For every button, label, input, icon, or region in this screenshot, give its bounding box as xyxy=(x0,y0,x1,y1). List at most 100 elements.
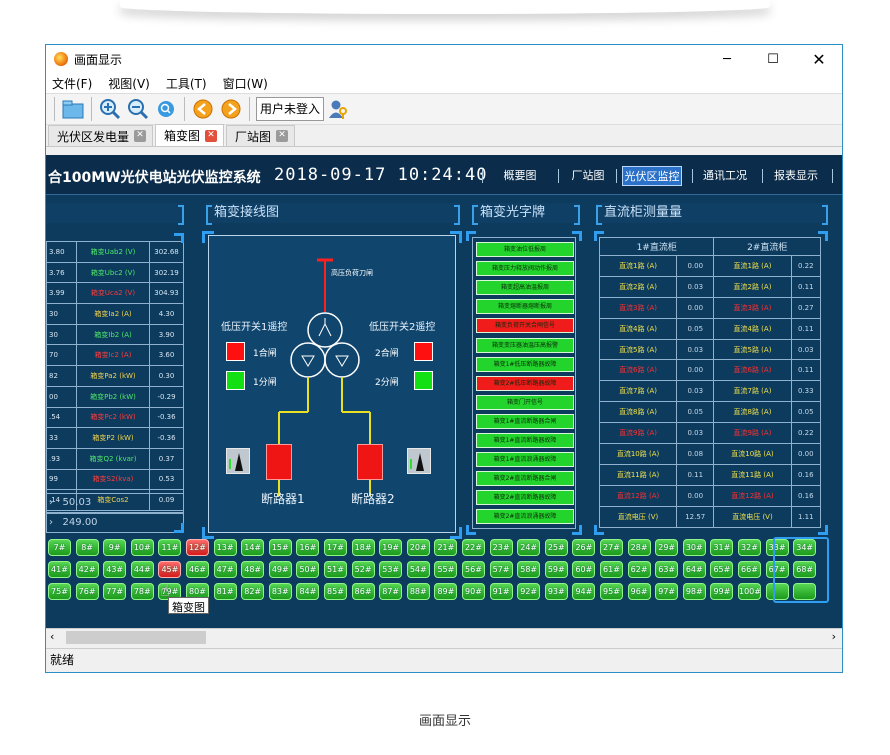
back-icon[interactable] xyxy=(191,97,215,121)
unit-button[interactable]: 55# xyxy=(434,561,458,578)
unit-button[interactable]: 21# xyxy=(434,539,458,556)
unit-button[interactable]: 27# xyxy=(600,539,623,556)
unit-button[interactable]: 54# xyxy=(406,561,430,578)
unit-button[interactable]: 58# xyxy=(517,561,541,578)
unit-button[interactable]: 89# xyxy=(434,583,458,600)
scroll-thumb[interactable] xyxy=(66,631,206,644)
unit-button[interactable]: 93# xyxy=(544,583,568,600)
zoom-fit-icon[interactable] xyxy=(154,97,178,121)
unit-button[interactable]: 60# xyxy=(572,561,596,578)
unit-button[interactable]: 90# xyxy=(462,583,485,600)
unit-button[interactable]: 41# xyxy=(48,561,71,578)
tab-close-icon[interactable]: ✕ xyxy=(276,130,289,142)
switch1-close-button[interactable] xyxy=(226,342,245,361)
unit-button[interactable]: 78# xyxy=(130,583,154,600)
scroll-left-icon[interactable]: ‹ xyxy=(50,630,54,643)
nav-pv-monitor[interactable]: 光伏区监控 xyxy=(622,166,682,186)
unit-button[interactable]: 14# xyxy=(241,539,265,556)
menu-tools[interactable]: 工具(T) xyxy=(166,75,207,92)
unit-button[interactable]: 18# xyxy=(351,539,375,556)
unit-button[interactable]: 86# xyxy=(351,583,375,600)
breaker1-symbol[interactable] xyxy=(266,444,292,480)
unit-button[interactable]: 87# xyxy=(379,583,403,600)
unit-button[interactable]: 66# xyxy=(738,561,761,578)
unit-button[interactable]: 45# xyxy=(158,561,182,578)
unit-button[interactable]: 47# xyxy=(213,561,237,578)
unit-button[interactable]: 25# xyxy=(544,539,568,556)
unit-button[interactable]: 52# xyxy=(351,561,375,578)
unit-button[interactable]: 62# xyxy=(627,561,651,578)
unit-button[interactable]: 51# xyxy=(324,561,347,578)
unit-button[interactable]: 8# xyxy=(75,539,99,556)
unit-button[interactable]: 97# xyxy=(655,583,679,600)
open-icon[interactable] xyxy=(61,97,85,121)
unit-button[interactable]: 82# xyxy=(241,583,265,600)
unit-button[interactable]: 53# xyxy=(379,561,403,578)
unit-button[interactable]: 61# xyxy=(600,561,623,578)
minimize-icon[interactable]: ─ xyxy=(704,45,750,73)
unit-button[interactable]: 32# xyxy=(738,539,761,556)
menu-window[interactable]: 窗口(W) xyxy=(223,75,268,92)
unit-button[interactable]: 65# xyxy=(710,561,734,578)
unit-button[interactable]: 26# xyxy=(572,539,596,556)
unit-button[interactable]: 29# xyxy=(655,539,679,556)
horizontal-scrollbar[interactable]: ‹ › xyxy=(46,628,842,646)
unit-button[interactable]: 59# xyxy=(544,561,568,578)
unit-button[interactable]: 77# xyxy=(103,583,127,600)
menu-file[interactable]: 文件(F) xyxy=(52,75,92,92)
switch2-close-button[interactable] xyxy=(414,342,433,361)
unit-button[interactable]: 81# xyxy=(213,583,237,600)
close-icon[interactable]: ✕ xyxy=(796,45,842,73)
unit-button[interactable]: 63# xyxy=(655,561,679,578)
unit-button[interactable]: 13# xyxy=(213,539,237,556)
unit-button[interactable]: 24# xyxy=(517,539,541,556)
unit-button[interactable]: 96# xyxy=(627,583,651,600)
tab-box-transformer[interactable]: 箱变图 ✕ xyxy=(155,124,225,146)
login-status-button[interactable]: 用户未登入 xyxy=(256,97,325,121)
user-key-icon[interactable] xyxy=(326,97,350,121)
maximize-icon[interactable]: ☐ xyxy=(750,45,796,73)
scroll-right-icon[interactable]: › xyxy=(832,630,836,643)
nav-overview[interactable]: 概要图 xyxy=(496,166,544,186)
unit-button[interactable]: 19# xyxy=(379,539,403,556)
switch2-open-button[interactable] xyxy=(414,371,433,390)
unit-button[interactable]: 11# xyxy=(158,539,182,556)
unit-button[interactable]: 75# xyxy=(48,583,71,600)
unit-button[interactable]: 31# xyxy=(710,539,734,556)
unit-button[interactable]: 30# xyxy=(682,539,706,556)
unit-button[interactable]: 10# xyxy=(130,539,154,556)
unit-button[interactable]: 12# xyxy=(186,539,209,556)
unit-button[interactable]: 23# xyxy=(489,539,513,556)
unit-button[interactable]: 42# xyxy=(75,561,99,578)
unit-button[interactable]: 9# xyxy=(103,539,127,556)
unit-button[interactable]: 22# xyxy=(462,539,485,556)
unit-button[interactable]: 84# xyxy=(296,583,320,600)
zoom-in-icon[interactable] xyxy=(98,97,122,121)
unit-button[interactable]: 92# xyxy=(517,583,541,600)
unit-button[interactable]: 20# xyxy=(406,539,430,556)
tab-close-icon[interactable]: ✕ xyxy=(134,130,147,142)
nav-reports[interactable]: 报表显示 xyxy=(768,166,824,186)
unit-button[interactable]: 44# xyxy=(130,561,154,578)
unit-button[interactable]: 85# xyxy=(324,583,347,600)
menu-view[interactable]: 视图(V) xyxy=(108,75,150,92)
zoom-out-icon[interactable] xyxy=(126,97,150,121)
breaker2-symbol[interactable] xyxy=(357,444,383,480)
unit-button[interactable]: 76# xyxy=(75,583,99,600)
unit-button[interactable]: 57# xyxy=(489,561,513,578)
nav-comm-status[interactable]: 通讯工况 xyxy=(698,166,752,186)
unit-button[interactable]: 17# xyxy=(324,539,347,556)
unit-button[interactable]: 43# xyxy=(103,561,127,578)
unit-button[interactable]: 16# xyxy=(296,539,320,556)
tab-station[interactable]: 厂站图 ✕ xyxy=(226,125,296,146)
unit-button[interactable]: 95# xyxy=(600,583,623,600)
unit-button[interactable]: 99# xyxy=(710,583,734,600)
switch1-open-button[interactable] xyxy=(226,371,245,390)
unit-button[interactable]: 46# xyxy=(186,561,209,578)
unit-button[interactable]: 50# xyxy=(296,561,320,578)
tab-pv-generation[interactable]: 光伏区发电量 ✕ xyxy=(48,125,154,146)
unit-button[interactable]: 91# xyxy=(489,583,513,600)
unit-button[interactable]: 15# xyxy=(268,539,292,556)
forward-icon[interactable] xyxy=(219,97,243,121)
tab-close-icon[interactable]: ✕ xyxy=(205,129,218,142)
